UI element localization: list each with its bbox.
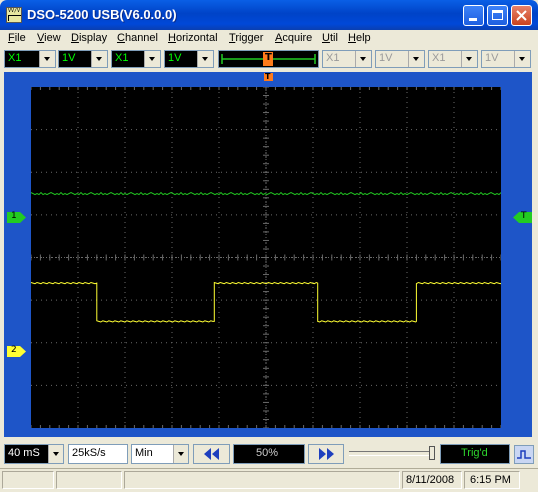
menu-help[interactable]: Help <box>348 32 371 44</box>
maximize-button[interactable] <box>487 5 508 26</box>
title-bar: VV/V DSO-5200 USB(V6.0.0.0) <box>0 0 538 30</box>
horizontal-right-button[interactable] <box>308 444 344 464</box>
ch1-level-marker-left[interactable]: 1 <box>7 211 27 223</box>
trigger-position-slider[interactable]: T <box>218 50 319 68</box>
double-left-arrow-icon <box>204 448 219 460</box>
menu-channel[interactable]: Channel <box>117 32 158 44</box>
slider-thumb[interactable] <box>429 446 435 460</box>
status-date: 8/11/2008 <box>406 474 455 486</box>
ch1-volts-value: 1V <box>62 52 76 64</box>
ch3-probe-select[interactable]: X1 <box>322 50 372 68</box>
timebase-select[interactable]: 40 mS <box>4 444 64 464</box>
menu-display[interactable]: Display <box>71 32 107 44</box>
ch3-volts-value: 1V <box>379 52 393 64</box>
ch1-probe-select[interactable]: X1 <box>4 50 56 68</box>
minimize-button[interactable] <box>463 5 484 26</box>
trigger-status-value: Trig'd <box>461 447 488 459</box>
ch3-probe-value: X1 <box>326 52 340 64</box>
chevron-down-icon[interactable] <box>144 51 160 67</box>
ch2-level-marker-left[interactable]: 2 <box>7 345 27 357</box>
close-button[interactable] <box>511 5 532 26</box>
horizontal-left-button[interactable] <box>193 444 230 464</box>
chevron-down-icon[interactable] <box>39 51 55 67</box>
status-time: 6:15 PM <box>470 474 511 486</box>
ch1-probe-value: X1 <box>8 52 22 64</box>
menu-file[interactable]: File <box>8 32 26 44</box>
ch4-volts-select[interactable]: 1V <box>481 50 531 68</box>
menu-horizontal[interactable]: Horizontal <box>168 32 218 44</box>
waveform-display <box>31 87 501 428</box>
graticule <box>31 87 501 428</box>
auto-set-button[interactable] <box>514 445 534 464</box>
window-title: DSO-5200 USB(V6.0.0.0) <box>27 7 177 22</box>
app-icon: VV/V <box>6 7 22 23</box>
ch2-probe-value: X1 <box>115 52 129 64</box>
menu-bar: File View Display Channel Horizontal Tri… <box>0 30 538 48</box>
bottom-control-bar: 40 mS 25kS/s Min 50% Trig'd <box>0 442 538 467</box>
chevron-down-icon[interactable] <box>461 51 477 67</box>
ch1-marker-label: 1 <box>11 211 17 221</box>
app-icon-label: VV/V <box>8 8 21 14</box>
ch4-volts-value: 1V <box>485 52 499 64</box>
ch2-marker-label: 2 <box>11 345 17 355</box>
menu-acquire[interactable]: Acquire <box>275 32 312 44</box>
trigger-level-marker-right[interactable]: T <box>512 211 532 223</box>
ch2-volts-select[interactable]: 1V <box>164 50 214 68</box>
chevron-down-icon[interactable] <box>408 51 424 67</box>
menu-util[interactable]: Util <box>322 32 338 44</box>
status-time-panel: 6:15 PM <box>464 471 520 489</box>
ch3-volts-select[interactable]: 1V <box>375 50 425 68</box>
close-icon <box>516 10 527 21</box>
ch1-volts-select[interactable]: 1V <box>58 50 108 68</box>
chevron-down-icon[interactable] <box>355 51 371 67</box>
status-panel-2 <box>56 471 122 489</box>
sample-rate-value: 25kS/s <box>72 447 106 459</box>
acquisition-mode-select[interactable]: Min <box>131 444 189 464</box>
autoset-icon <box>517 450 531 459</box>
status-panel-1 <box>2 471 54 489</box>
ch2-probe-select[interactable]: X1 <box>111 50 161 68</box>
ch4-probe-select[interactable]: X1 <box>428 50 478 68</box>
horizontal-position-field: 50% <box>233 444 305 464</box>
chevron-down-icon[interactable] <box>91 51 107 67</box>
sample-rate-field: 25kS/s <box>68 444 128 464</box>
ch4-probe-value: X1 <box>432 52 446 64</box>
menu-view[interactable]: View <box>37 32 61 44</box>
trigger-marker-top-label: T <box>265 72 271 81</box>
minimize-icon <box>469 18 477 21</box>
status-date-panel: 8/11/2008 <box>402 471 462 489</box>
trigger-level-slider[interactable] <box>347 446 437 462</box>
scope-screen[interactable] <box>31 87 501 428</box>
horizontal-position-value: 50% <box>256 447 279 459</box>
status-bar: 8/11/2008 6:15 PM <box>0 468 538 492</box>
slider-track <box>349 451 433 456</box>
trigger-position-marker: T <box>265 52 272 63</box>
chevron-down-icon[interactable] <box>197 51 213 67</box>
menu-trigger[interactable]: Trigger <box>229 32 263 44</box>
maximize-icon <box>492 10 503 20</box>
acq-mode-value: Min <box>135 447 153 459</box>
double-right-arrow-icon <box>319 448 334 460</box>
status-panel-3 <box>124 471 400 489</box>
trigger-status-indicator: Trig'd <box>440 444 510 464</box>
chevron-down-icon[interactable] <box>514 51 530 67</box>
ch2-volts-value: 1V <box>168 52 182 64</box>
channel-toolbar: X1 1V X1 1V T X1 1V X1 1V <box>0 48 538 70</box>
timebase-value: 40 mS <box>8 447 40 459</box>
trigger-marker-label: T <box>521 211 527 221</box>
